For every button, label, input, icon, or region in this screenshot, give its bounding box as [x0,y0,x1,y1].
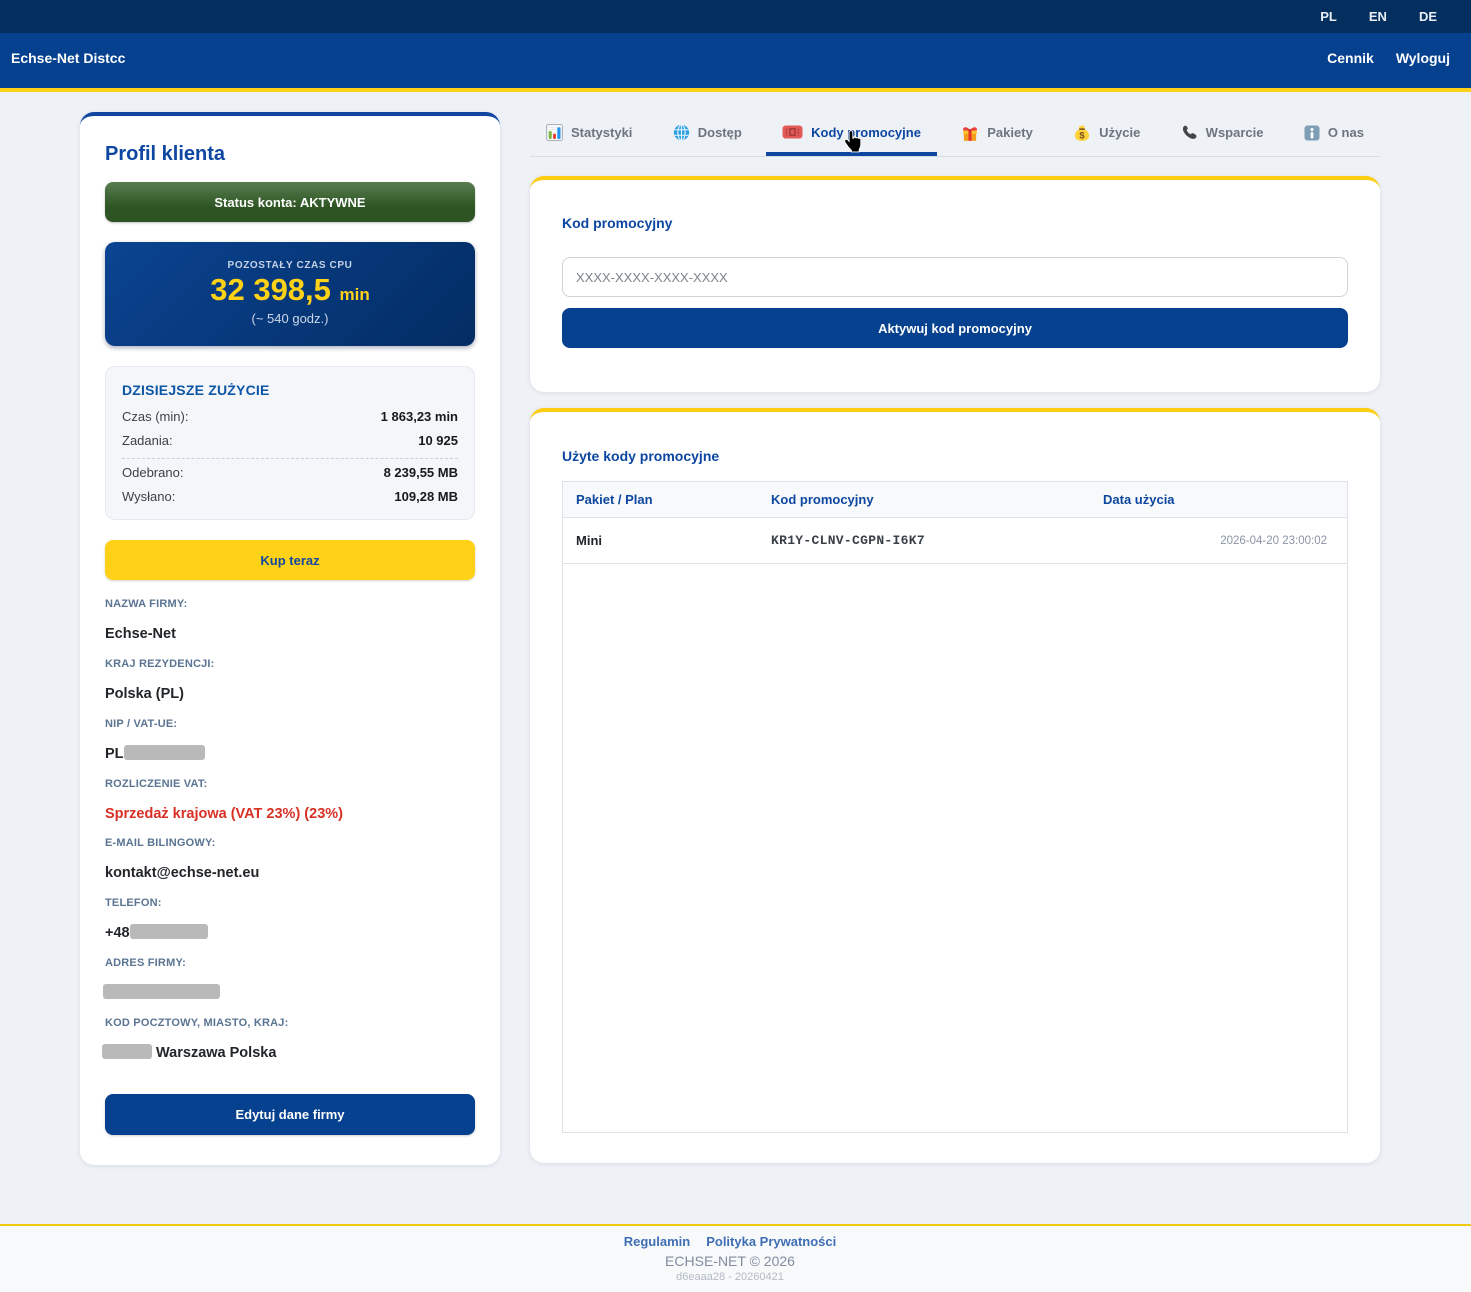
svg-text:$: $ [1080,130,1086,141]
